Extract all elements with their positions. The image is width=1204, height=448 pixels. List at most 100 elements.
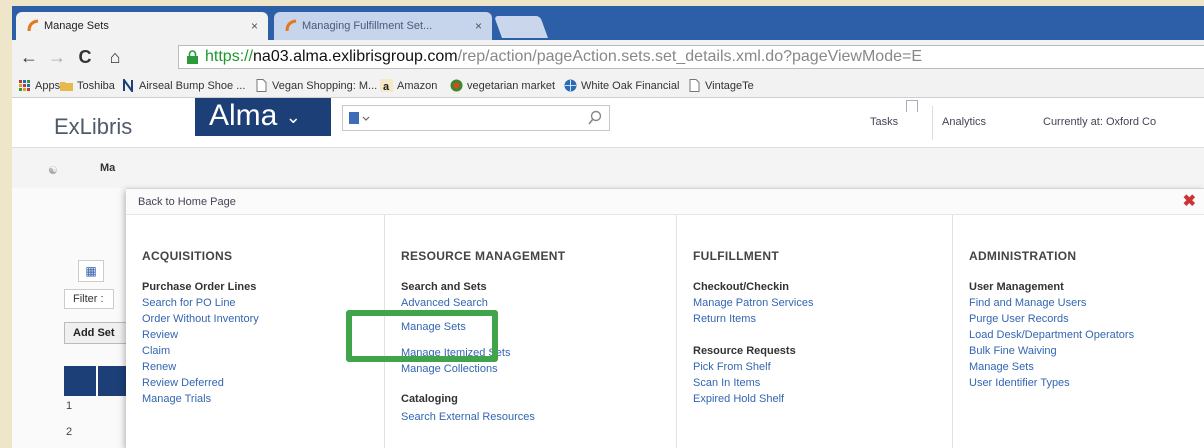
- alma-header: ExLibris Alma ⌄ Tasks Analytics Currentl…: [12, 98, 1204, 148]
- menu-link[interactable]: Pick From Shelf: [693, 361, 771, 373]
- folder-icon: [60, 82, 73, 91]
- bookmark-label: White Oak Financial: [581, 80, 680, 92]
- bookmarks-bar: Apps Toshiba Airseal Bump Shoe ... Vegan…: [12, 74, 1204, 98]
- current-location[interactable]: Currently at: Oxford Co: [1043, 116, 1156, 128]
- analytics-link[interactable]: Analytics: [942, 116, 986, 128]
- tab-managing-fulfillment[interactable]: Managing Fulfillment Set... ×: [274, 12, 492, 40]
- pin-icon[interactable]: ☯: [48, 164, 58, 177]
- veg-market-icon: [450, 79, 463, 92]
- back-to-home-bar: Back to Home Page ✖: [126, 189, 1204, 215]
- table-row-number: 1: [66, 400, 73, 412]
- add-set-button[interactable]: Add Set: [64, 322, 128, 344]
- menu-link[interactable]: Order Without Inventory: [142, 313, 259, 325]
- apps-grid-icon: [19, 80, 30, 91]
- tab-title: Managing Fulfillment Set...: [302, 20, 433, 32]
- alma-label: Alma: [209, 99, 278, 132]
- menu-group-title: User Management: [969, 281, 1064, 293]
- menu-link[interactable]: Scan In Items: [693, 377, 760, 389]
- menu-group-title: Purchase Order Lines: [142, 281, 257, 293]
- home-icon[interactable]: ⌂: [104, 46, 126, 68]
- menu-link[interactable]: Renew: [142, 361, 176, 373]
- svg-text:a: a: [383, 81, 390, 92]
- bookmark-label: Apps: [35, 80, 61, 92]
- column-title: FULFILLMENT: [693, 249, 779, 263]
- amazon-icon: a: [380, 79, 393, 92]
- menu-link[interactable]: Find and Manage Users: [969, 297, 1086, 309]
- menu-group-title: Cataloging: [401, 393, 458, 405]
- back-to-home-link[interactable]: Back to Home Page: [138, 196, 236, 208]
- bookmark-vegan-shopping[interactable]: Vegan Shopping: M...: [255, 79, 377, 93]
- menu-link[interactable]: Load Desk/Department Operators: [969, 329, 1134, 341]
- close-tab-icon[interactable]: ×: [251, 12, 258, 40]
- menu-link[interactable]: User Identifier Types: [969, 377, 1070, 389]
- url-path: /rep/action/pageAction.sets.set_details.…: [457, 48, 923, 65]
- close-icon[interactable]: ✖: [1183, 191, 1196, 211]
- menu-link[interactable]: Search External Resources: [401, 411, 535, 423]
- tab-strip: Manage Sets × Managing Fulfillment Set..…: [12, 6, 1204, 40]
- highlight-box: [346, 310, 498, 362]
- menu-column-administration: ADMINISTRATION User Management Find and …: [952, 215, 1204, 448]
- reload-icon[interactable]: C: [74, 46, 96, 68]
- alma-favicon-icon: [27, 19, 39, 32]
- tab-title: Manage Sets: [44, 20, 109, 32]
- bookmark-label: Vegan Shopping: M...: [272, 80, 378, 92]
- browser-window: Manage Sets × Managing Fulfillment Set..…: [12, 6, 1204, 448]
- n-brand-icon: [123, 79, 133, 92]
- menu-link[interactable]: Manage Patron Services: [693, 297, 813, 309]
- bookmark-vintage[interactable]: VintageTe: [688, 79, 754, 93]
- forward-arrow-icon[interactable]: →: [46, 46, 68, 68]
- bookmark-apps[interactable]: Apps: [18, 79, 60, 93]
- menu-link[interactable]: Manage Trials: [142, 393, 211, 405]
- url-protocol: https://: [205, 48, 254, 65]
- alma-favicon-icon: [285, 19, 297, 32]
- chevron-down-icon: ⌄: [285, 107, 301, 128]
- search-scope-icon[interactable]: [347, 110, 371, 126]
- grid-view-icon[interactable]: ▦: [78, 260, 104, 282]
- page-icon: [689, 79, 700, 92]
- alma-search-input[interactable]: [342, 105, 610, 131]
- menu-link[interactable]: Claim: [142, 345, 170, 357]
- page-icon: [256, 79, 267, 92]
- column-title: ADMINISTRATION: [969, 249, 1077, 263]
- lock-icon: [187, 50, 198, 64]
- bookmark-amazon[interactable]: a Amazon: [380, 79, 437, 93]
- menu-link[interactable]: Bulk Fine Waiving: [969, 345, 1057, 357]
- menu-link[interactable]: Review: [142, 329, 178, 341]
- bookmark-label: Amazon: [397, 80, 438, 92]
- menu-group-title: Search and Sets: [401, 281, 487, 293]
- address-bar[interactable]: https://na03.alma.exlibrisgroup.com/rep/…: [178, 45, 1204, 69]
- back-arrow-icon[interactable]: ←: [18, 46, 40, 68]
- bookmark-label: VintageTe: [705, 80, 754, 92]
- bookmark-white-oak[interactable]: White Oak Financial: [564, 79, 679, 93]
- menu-link-advanced-search[interactable]: Advanced Search: [401, 297, 488, 309]
- url-host: na03.alma.exlibrisgroup.com: [253, 48, 458, 65]
- tab-manage-sets[interactable]: Manage Sets ×: [16, 12, 268, 40]
- tasks-flag-icon: [906, 100, 918, 112]
- filter-label[interactable]: Filter :: [64, 289, 114, 309]
- menu-link[interactable]: Manage Sets: [969, 361, 1034, 373]
- exlibris-logo: ExLibris: [54, 114, 133, 139]
- globe-icon: [564, 79, 577, 92]
- new-tab-button[interactable]: [493, 16, 549, 38]
- menu-link[interactable]: Review Deferred: [142, 377, 224, 389]
- bookmark-airseal[interactable]: Airseal Bump Shoe ...: [122, 79, 245, 93]
- menu-link[interactable]: Search for PO Line: [142, 297, 236, 309]
- bookmark-toshiba[interactable]: Toshiba: [60, 79, 115, 93]
- bookmark-label: Toshiba: [77, 80, 115, 92]
- menu-link[interactable]: Return Items: [693, 313, 756, 325]
- browser-toolbar: ← → C ⌂ https://na03.alma.exlibrisgroup.…: [12, 40, 1204, 74]
- menu-group-title: Checkout/Checkin: [693, 281, 789, 293]
- bookmark-label: Airseal Bump Shoe ...: [139, 80, 246, 92]
- menu-link[interactable]: Manage Collections: [401, 363, 498, 375]
- tasks-link[interactable]: Tasks: [870, 116, 898, 128]
- bookmark-vegetarian-market[interactable]: vegetarian market: [450, 79, 555, 93]
- search-icon[interactable]: [587, 110, 603, 126]
- menu-link[interactable]: Purge User Records: [969, 313, 1069, 325]
- close-tab-icon[interactable]: ×: [475, 12, 482, 40]
- alma-main-menu-button[interactable]: Alma ⌄: [195, 98, 331, 136]
- menu-link[interactable]: Expired Hold Shelf: [693, 393, 784, 405]
- column-title: RESOURCE MANAGEMENT: [401, 249, 566, 263]
- bookmark-label: vegetarian market: [467, 80, 556, 92]
- alma-main-menu: Back to Home Page ✖ ACQUISITIONS Purchas…: [126, 188, 1204, 448]
- table-row-number: 2: [66, 426, 73, 438]
